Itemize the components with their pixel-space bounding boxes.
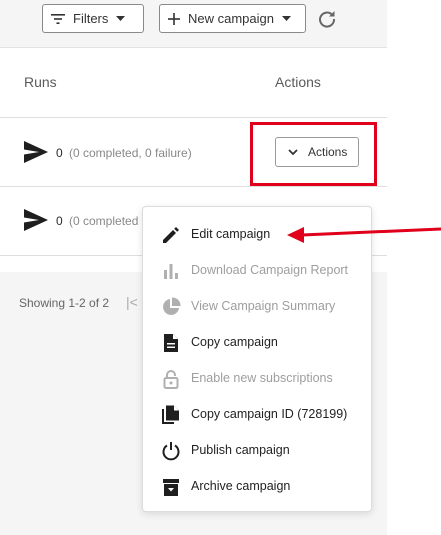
send-icon xyxy=(24,141,48,163)
runs-header: Runs xyxy=(24,74,57,90)
menu-item-label: Publish campaign xyxy=(191,443,290,457)
lock-icon xyxy=(163,370,179,389)
run-count: 0 xyxy=(56,214,63,228)
refresh-icon[interactable] xyxy=(317,9,337,29)
caret-down-icon xyxy=(116,15,126,21)
menu-item-copy-campaign[interactable]: Copy campaign xyxy=(143,325,371,361)
actions-header: Actions xyxy=(275,74,321,90)
menu-item-publish-campaign[interactable]: Publish campaign xyxy=(143,433,371,469)
menu-item-enable-subscriptions[interactable]: Enable new subscriptions xyxy=(143,361,371,397)
filters-label: Filters xyxy=(73,11,109,26)
new-campaign-label: New campaign xyxy=(188,11,274,26)
pagination-info: Showing 1-2 of 2 xyxy=(19,296,110,310)
menu-item-label: Copy campaign xyxy=(191,335,278,349)
table-header: Runs Actions xyxy=(0,48,387,118)
menu-item-label: Enable new subscriptions xyxy=(191,371,333,385)
run-count: 0 xyxy=(56,146,63,160)
menu-item-archive-campaign[interactable]: Archive campaign xyxy=(143,469,371,505)
power-icon xyxy=(162,442,180,461)
menu-item-label: Edit campaign xyxy=(191,227,271,241)
document-icon xyxy=(164,334,178,352)
toolbar: Filters New campaign xyxy=(0,0,387,48)
caret-down-icon xyxy=(282,15,291,21)
menu-item-label: Download Campaign Report xyxy=(191,263,349,277)
new-campaign-button[interactable]: New campaign xyxy=(159,4,306,33)
menu-item-label: View Campaign Summary xyxy=(191,299,336,313)
bar-chart-icon xyxy=(164,264,178,279)
run-detail: (0 completed xyxy=(69,214,139,228)
plus-icon xyxy=(168,12,180,25)
menu-item-copy-campaign-id[interactable]: Copy campaign ID (728199) xyxy=(143,397,371,433)
first-page-button[interactable]: |< xyxy=(126,294,138,310)
actions-highlight-box xyxy=(250,122,377,186)
archive-icon xyxy=(163,479,179,496)
menu-item-download-report[interactable]: Download Campaign Report xyxy=(143,253,371,289)
pencil-icon xyxy=(163,227,179,243)
send-icon xyxy=(24,209,48,231)
pie-chart-icon xyxy=(163,297,181,315)
menu-item-label: Archive campaign xyxy=(191,479,291,493)
menu-item-edit-campaign[interactable]: Edit campaign xyxy=(143,217,371,253)
actions-menu: Edit campaign Download Campaign Report V… xyxy=(142,206,372,512)
menu-item-label: Copy campaign ID (728199) xyxy=(191,407,348,421)
filter-icon xyxy=(51,13,65,24)
copy-icon xyxy=(162,405,179,424)
run-detail: (0 completed, 0 failure) xyxy=(69,146,192,160)
filters-button[interactable]: Filters xyxy=(42,4,144,33)
menu-item-view-summary[interactable]: View Campaign Summary xyxy=(143,289,371,325)
